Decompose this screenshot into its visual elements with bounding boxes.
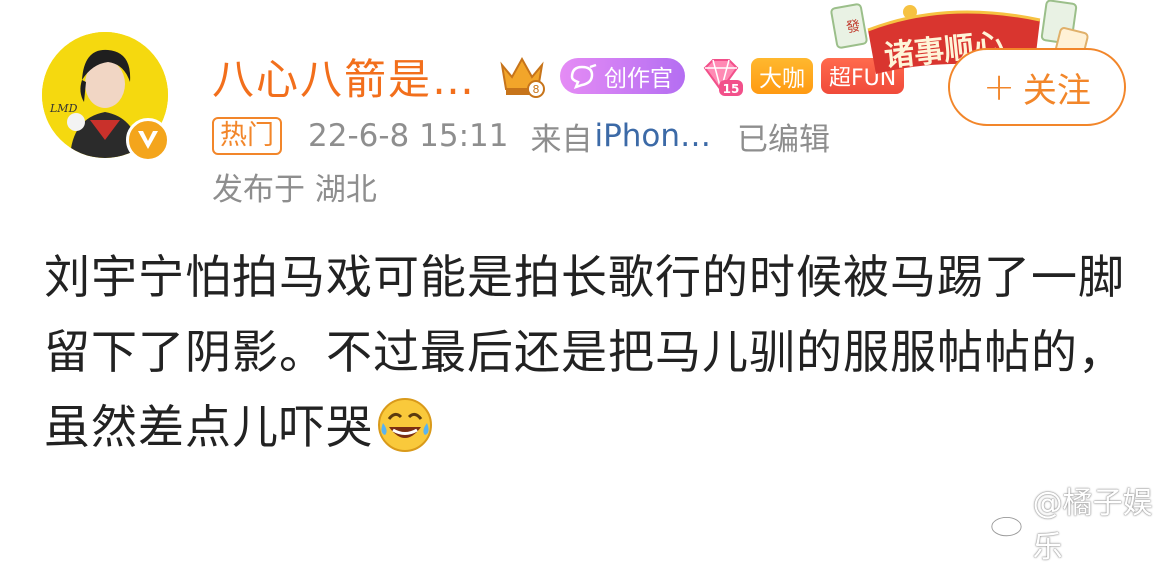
username[interactable]: 八心八箭是… (212, 46, 476, 107)
weibo-logo-icon (990, 508, 1025, 538)
post-location-row: 发布于 湖北 (212, 164, 377, 208)
level-diamond-icon[interactable]: 15 (697, 52, 745, 100)
vip-crown-number: 8 (533, 83, 540, 96)
svg-text:發: 發 (845, 18, 862, 36)
post-datetime: 22-6-8 15:11 (308, 118, 509, 154)
post-body: 刘宇宁怕拍马戏可能是拍长歌行的时候被马踢了一脚留下了阴影。不过最后还是把马儿驯的… (44, 240, 1134, 465)
hot-tag[interactable]: 热门 (212, 117, 282, 155)
follow-button[interactable]: + 关注 (948, 48, 1126, 126)
weibo-post-card: LMD 八心八箭是… 8 创作官 15 大咖 超FUN 發 诸事顺心 + 关注 … (0, 0, 1170, 565)
post-meta: 热门 22-6-8 15:11 来自 iPhon… 已编辑 (212, 114, 830, 158)
watermark-text: @橘子娱乐 (1032, 486, 1153, 565)
level-number: 15 (723, 82, 740, 96)
verified-badge-icon (126, 118, 170, 162)
watermark: @橘子娱乐 (990, 478, 1170, 566)
creator-icon (570, 63, 597, 89)
post-location: 发布于 湖北 (212, 171, 377, 208)
source-device-link[interactable]: iPhon… (594, 118, 711, 154)
edited-label[interactable]: 已编辑 (737, 114, 830, 159)
creator-badge[interactable]: 创作官 (560, 58, 686, 94)
post-text: 刘宇宁怕拍马戏可能是拍长歌行的时候被马踢了一脚留下了阴影。不过最后还是把马儿驯的… (44, 250, 1125, 454)
dk-badge[interactable]: 大咖 (751, 58, 814, 94)
svg-text:LMD: LMD (49, 102, 78, 115)
vip-crown-icon[interactable]: 8 (496, 53, 548, 99)
follow-plus-icon: + (983, 65, 1015, 109)
source-prefix: 来自 (530, 121, 593, 158)
laugh-cry-emoji-icon (378, 398, 432, 452)
creator-badge-label: 创作官 (604, 66, 674, 92)
user-header: 八心八箭是… 8 创作官 15 大咖 超FUN (212, 46, 905, 107)
follow-label: 关注 (1022, 70, 1091, 111)
